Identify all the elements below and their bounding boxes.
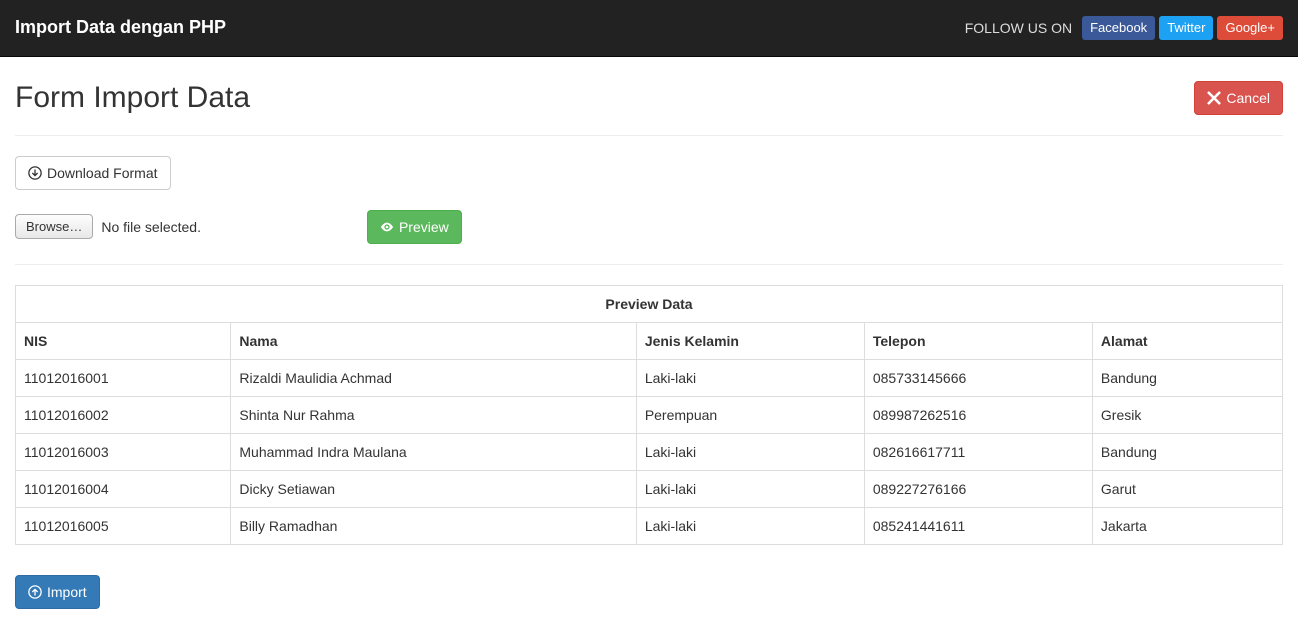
preview-button[interactable]: Preview	[367, 210, 462, 244]
cell-alamat: Gresik	[1092, 396, 1282, 433]
cell-jk: Laki-laki	[636, 359, 864, 396]
google-plus-button[interactable]: Google+	[1217, 16, 1283, 41]
upload-row: Browse… No file selected. Preview	[15, 210, 1283, 244]
upload-icon	[28, 585, 42, 599]
cell-nis: 11012016003	[16, 433, 231, 470]
divider	[15, 264, 1283, 265]
table-row: 11012016001 Rizaldi Maulidia Achmad Laki…	[16, 359, 1283, 396]
header-alamat: Alamat	[1092, 322, 1282, 359]
cell-alamat: Garut	[1092, 470, 1282, 507]
file-input[interactable]: Browse… No file selected.	[15, 214, 201, 239]
cancel-label: Cancel	[1226, 88, 1270, 108]
file-selected-label: No file selected.	[101, 217, 201, 237]
cell-alamat: Bandung	[1092, 359, 1282, 396]
cell-telepon: 089227276166	[864, 470, 1092, 507]
table-row: 11012016004 Dicky Setiawan Laki-laki 089…	[16, 470, 1283, 507]
navbar-right: FOLLOW US ON Facebook Twitter Google+	[965, 16, 1283, 41]
cell-nis: 11012016004	[16, 470, 231, 507]
table-title: Preview Data	[16, 285, 1283, 322]
cell-nis: 11012016001	[16, 359, 231, 396]
cell-alamat: Bandung	[1092, 433, 1282, 470]
facebook-button[interactable]: Facebook	[1082, 16, 1155, 41]
table-row: 11012016005 Billy Ramadhan Laki-laki 085…	[16, 507, 1283, 544]
table-row: 11012016003 Muhammad Indra Maulana Laki-…	[16, 433, 1283, 470]
import-button[interactable]: Import	[15, 575, 100, 609]
navbar-brand[interactable]: Import Data dengan PHP	[15, 0, 226, 56]
cell-telepon: 082616617711	[864, 433, 1092, 470]
close-icon	[1207, 91, 1221, 105]
header-telepon: Telepon	[864, 322, 1092, 359]
cell-nama: Rizaldi Maulidia Achmad	[231, 359, 636, 396]
cell-jk: Laki-laki	[636, 507, 864, 544]
cell-nama: Dicky Setiawan	[231, 470, 636, 507]
cell-nama: Muhammad Indra Maulana	[231, 433, 636, 470]
download-icon	[28, 166, 42, 180]
page-header: Form Import Data Cancel	[15, 77, 1283, 136]
import-label: Import	[47, 582, 87, 602]
import-section: Import	[15, 575, 1283, 609]
main-container: Form Import Data Cancel Download Format …	[0, 57, 1298, 629]
table-body: 11012016001 Rizaldi Maulidia Achmad Laki…	[16, 359, 1283, 544]
cell-alamat: Jakarta	[1092, 507, 1282, 544]
cell-telepon: 085241441611	[864, 507, 1092, 544]
table-header-row: NIS Nama Jenis Kelamin Telepon Alamat	[16, 322, 1283, 359]
preview-label: Preview	[399, 217, 449, 237]
cell-nis: 11012016002	[16, 396, 231, 433]
twitter-button[interactable]: Twitter	[1159, 16, 1213, 41]
preview-table: Preview Data NIS Nama Jenis Kelamin Tele…	[15, 285, 1283, 545]
browse-button[interactable]: Browse…	[15, 214, 93, 239]
cell-jk: Perempuan	[636, 396, 864, 433]
cell-telepon: 089987262516	[864, 396, 1092, 433]
page-title: Form Import Data	[15, 77, 250, 120]
header-jk: Jenis Kelamin	[636, 322, 864, 359]
eye-icon	[380, 220, 394, 234]
cell-nama: Billy Ramadhan	[231, 507, 636, 544]
cell-nama: Shinta Nur Rahma	[231, 396, 636, 433]
download-format-button[interactable]: Download Format	[15, 156, 171, 190]
navbar: Import Data dengan PHP FOLLOW US ON Face…	[0, 0, 1298, 57]
header-nis: NIS	[16, 322, 231, 359]
table-row: 11012016002 Shinta Nur Rahma Perempuan 0…	[16, 396, 1283, 433]
cell-jk: Laki-laki	[636, 470, 864, 507]
header-nama: Nama	[231, 322, 636, 359]
download-format-label: Download Format	[47, 163, 158, 183]
follow-us-text: FOLLOW US ON	[965, 18, 1072, 38]
cell-telepon: 085733145666	[864, 359, 1092, 396]
cell-nis: 11012016005	[16, 507, 231, 544]
cancel-button[interactable]: Cancel	[1194, 81, 1283, 115]
cell-jk: Laki-laki	[636, 433, 864, 470]
